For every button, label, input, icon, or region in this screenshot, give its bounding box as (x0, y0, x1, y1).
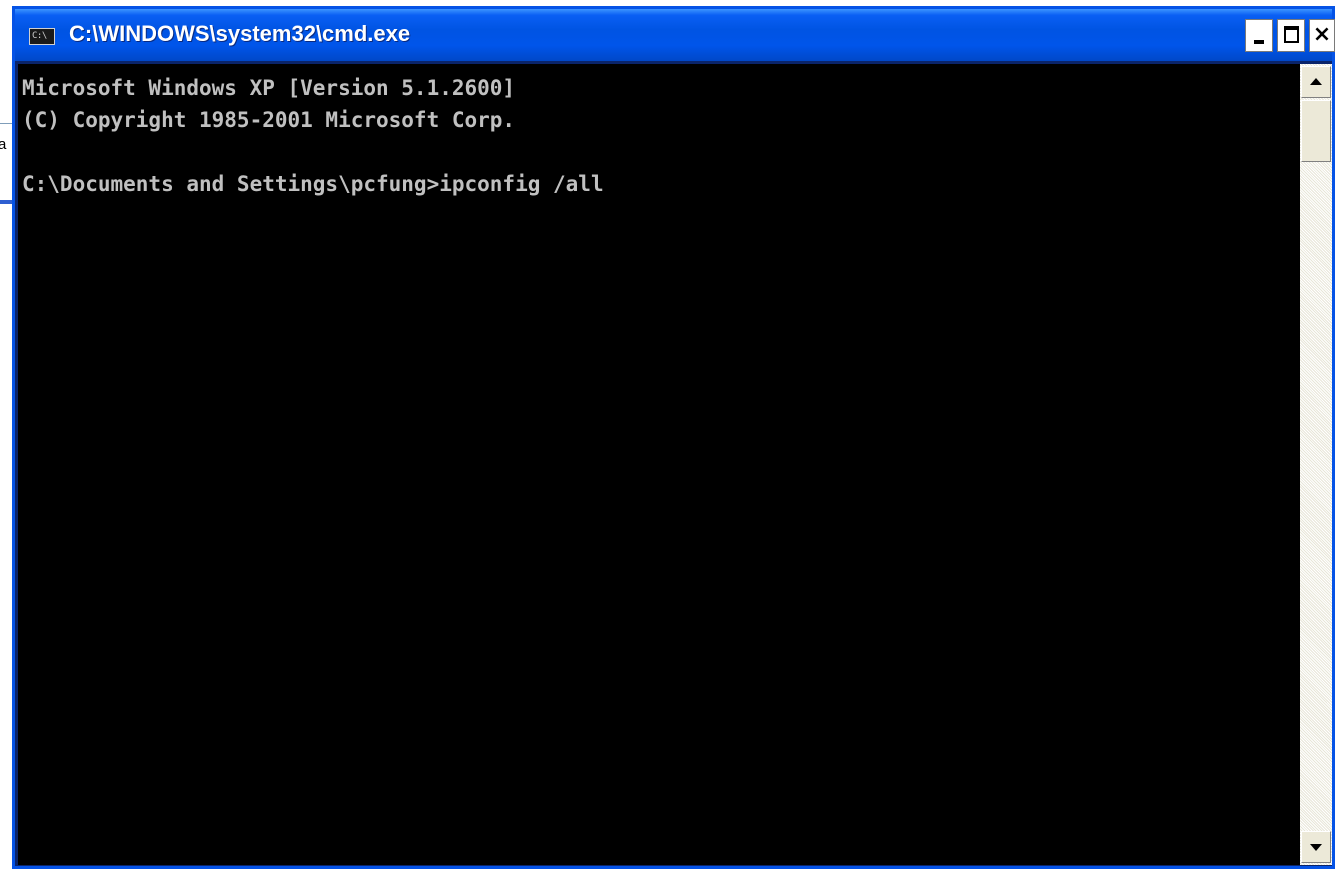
scroll-down-button[interactable] (1301, 831, 1331, 863)
console-output-area[interactable]: Microsoft Windows XP [Version 5.1.2600] … (18, 64, 1300, 865)
cmd-window: C:\ C:\WINDOWS\system32\cmd.exe × Micros… (12, 6, 1335, 869)
console-text: Microsoft Windows XP [Version 5.1.2600] … (22, 72, 604, 200)
background-window-text: a (0, 136, 7, 153)
scroll-up-button[interactable] (1301, 66, 1331, 98)
scrollbar-thumb[interactable] (1301, 100, 1331, 162)
vertical-scrollbar[interactable] (1300, 64, 1332, 865)
close-icon: × (1312, 22, 1332, 47)
title-bar[interactable]: C:\ C:\WINDOWS\system32\cmd.exe × (15, 9, 1335, 61)
minimize-icon (1254, 40, 1264, 44)
cmd-icon[interactable]: C:\ (29, 28, 55, 45)
maximize-icon (1284, 26, 1299, 43)
minimize-button[interactable] (1245, 19, 1273, 52)
arrow-up-icon (1310, 78, 1322, 85)
console-prompt-line: C:\Documents and Settings\pcfung>ipconfi… (22, 172, 604, 196)
window-title: C:\WINDOWS\system32\cmd.exe (69, 21, 411, 46)
close-button[interactable]: × (1309, 19, 1335, 52)
maximize-button[interactable] (1277, 19, 1305, 52)
arrow-down-icon (1310, 844, 1322, 851)
console-line: Microsoft Windows XP [Version 5.1.2600] (22, 76, 516, 100)
console-line: (C) Copyright 1985-2001 Microsoft Corp. (22, 108, 516, 132)
